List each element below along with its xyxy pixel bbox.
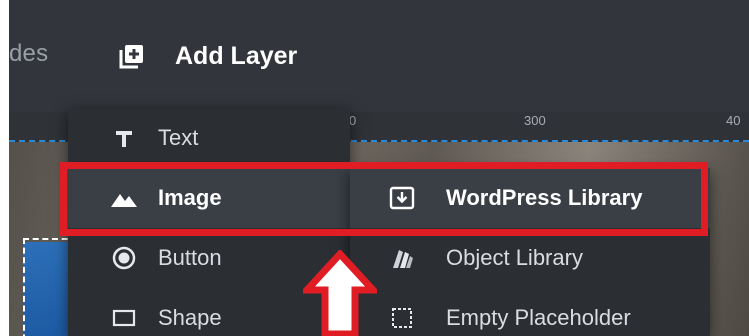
menu-item-shape[interactable]: Shape <box>68 288 350 336</box>
shape-icon <box>110 304 138 332</box>
toolbar-partial-label[interactable]: des <box>9 40 48 68</box>
text-icon <box>110 124 138 152</box>
import-icon <box>388 184 416 212</box>
menu-item-button[interactable]: Button <box>68 228 350 288</box>
add-layer-button[interactable]: Add Layer <box>119 34 297 78</box>
menu-item-label: Text <box>158 125 199 150</box>
submenu-item-empty-placeholder[interactable]: Empty Placeholder <box>350 288 710 336</box>
menu-item-label: Button <box>158 245 222 270</box>
menu-item-label: Shape <box>158 305 222 330</box>
add-layer-menu: Text Image Button Shape <box>68 108 350 336</box>
submenu-item-object-library[interactable]: Object Library <box>350 228 710 288</box>
button-icon <box>110 244 138 272</box>
placeholder-icon <box>388 304 416 332</box>
ruler-label: 300 <box>524 113 546 128</box>
add-layer-icon <box>119 45 143 69</box>
menu-item-image[interactable]: Image <box>68 168 350 228</box>
editor-window: des Add Layer 0 300 40 Text Image Button… <box>9 0 749 336</box>
add-layer-label: Add Layer <box>175 41 298 70</box>
top-toolbar: des Add Layer <box>9 0 749 112</box>
image-icon <box>110 184 138 212</box>
image-submenu: WordPress Library Object Library Empty P… <box>350 168 710 336</box>
menu-item-text[interactable]: Text <box>68 108 350 168</box>
menu-item-label: Image <box>158 185 222 210</box>
ruler-label: 40 <box>726 113 741 128</box>
submenu-item-label: Object Library <box>446 245 583 270</box>
submenu-item-wordpress-library[interactable]: WordPress Library <box>350 168 710 228</box>
ruler-label: 0 <box>349 113 357 128</box>
submenu-item-label: WordPress Library <box>446 185 643 210</box>
object-library-icon <box>388 244 416 272</box>
submenu-item-label: Empty Placeholder <box>446 305 631 330</box>
